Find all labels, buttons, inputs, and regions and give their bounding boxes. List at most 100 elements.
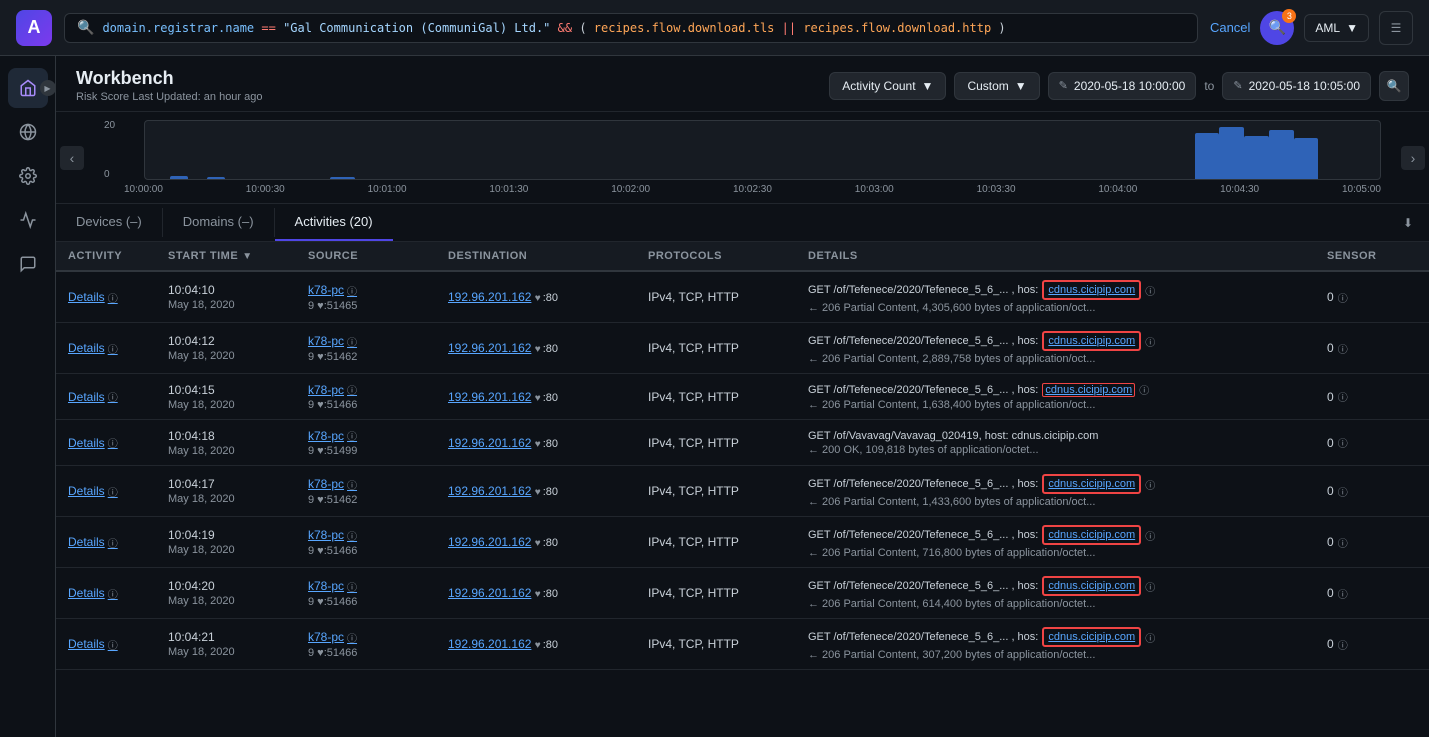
details-cell: GET /of/Tefenece/2020/Tefenece_5_6_... ,… bbox=[808, 474, 1327, 508]
source-link[interactable]: k78-pc ⓘ bbox=[308, 334, 357, 349]
dest-link[interactable]: 192.96.201.162 bbox=[448, 484, 531, 498]
source-cell: k78-pc ⓘ 9 ♥:51462 bbox=[308, 477, 448, 506]
chart-area bbox=[144, 120, 1381, 180]
activities-table-container: Activity Start Time ▼ Source Destination… bbox=[56, 242, 1429, 737]
cdnus-link[interactable]: cdnus.cicipip.com bbox=[1042, 280, 1141, 300]
activity-count-button[interactable]: Activity Count ▼ bbox=[829, 72, 946, 100]
workbench-subtitle: Risk Score Last Updated: an hour ago bbox=[76, 91, 263, 103]
query-icon: 🔍 bbox=[77, 20, 94, 36]
col-start-time[interactable]: Start Time ▼ bbox=[168, 250, 308, 262]
aml-dropdown[interactable]: AML ▼ bbox=[1304, 14, 1369, 42]
chart-bar bbox=[1294, 138, 1319, 179]
start-time-cell: 10:04:19 May 18, 2020 bbox=[168, 528, 308, 556]
details-cell: GET /of/Vavavag/Vavavag_020419, host: cd… bbox=[808, 430, 1327, 456]
sensor-cell: 0 ⓘ bbox=[1327, 341, 1417, 356]
cdnus-link[interactable]: cdnus.cicipip.com bbox=[1042, 525, 1141, 545]
logo: A bbox=[16, 10, 52, 46]
sidebar: ▶ bbox=[0, 56, 56, 737]
cdnus-link[interactable]: cdnus.cicipip.com bbox=[1042, 331, 1141, 351]
search-icon: 🔍 bbox=[1387, 79, 1402, 93]
top-bar-actions: Cancel 🔍 3 AML ▼ ☰ bbox=[1210, 11, 1413, 45]
sidebar-item-circle[interactable] bbox=[8, 112, 48, 152]
dest-cell: 192.96.201.162 ♥:80 bbox=[448, 586, 648, 600]
protocols-cell: IPv4, TCP, HTTP bbox=[648, 484, 808, 498]
source-link[interactable]: k78-pc ⓘ bbox=[308, 428, 357, 443]
source-link[interactable]: k78-pc ⓘ bbox=[308, 477, 357, 492]
source-link[interactable]: k78-pc ⓘ bbox=[308, 579, 357, 594]
details-link[interactable]: Details ⓘ bbox=[68, 535, 118, 550]
search-button[interactable]: 🔍 3 bbox=[1260, 11, 1294, 45]
details-link[interactable]: Details ⓘ bbox=[68, 637, 118, 652]
info-icon: ⓘ bbox=[347, 477, 357, 492]
details-link[interactable]: Details ⓘ bbox=[68, 435, 118, 450]
info-icon: ⓘ bbox=[1338, 389, 1348, 404]
cdnus-link[interactable]: cdnus.cicipip.com bbox=[1042, 627, 1141, 647]
tab-domains[interactable]: Domains (–) bbox=[163, 204, 274, 241]
info-icon: ⓘ bbox=[1338, 341, 1348, 356]
dest-link[interactable]: 192.96.201.162 bbox=[448, 341, 531, 355]
date-to-input[interactable]: ✎ 2020-05-18 10:05:00 bbox=[1222, 72, 1371, 100]
heart-icon: ♥ bbox=[535, 393, 541, 404]
source-cell: k78-pc ⓘ 9 ♥:51499 bbox=[308, 428, 448, 457]
dest-link[interactable]: 192.96.201.162 bbox=[448, 290, 531, 304]
details-cell: GET /of/Tefenece/2020/Tefenece_5_6_... ,… bbox=[808, 280, 1327, 314]
source-cell: k78-pc ⓘ 9 ♥:51462 bbox=[308, 334, 448, 363]
protocols-cell: IPv4, TCP, HTTP bbox=[648, 390, 808, 404]
table-row: Details ⓘ 10:04:17 May 18, 2020 k78-pc ⓘ… bbox=[56, 466, 1429, 517]
start-time-cell: 10:04:10 May 18, 2020 bbox=[168, 283, 308, 311]
bookmark-button[interactable]: ☰ bbox=[1379, 11, 1413, 45]
heart-icon: ♥ bbox=[535, 344, 541, 355]
source-link[interactable]: k78-pc ⓘ bbox=[308, 630, 357, 645]
source-link[interactable]: k78-pc ⓘ bbox=[308, 528, 357, 543]
table-row: Details ⓘ 10:04:20 May 18, 2020 k78-pc ⓘ… bbox=[56, 568, 1429, 619]
details-cell: GET /of/Tefenece/2020/Tefenece_5_6_... ,… bbox=[808, 382, 1327, 411]
chevron-down-icon: ▼ bbox=[922, 79, 934, 93]
cdnus-link[interactable]: cdnus.cicipip.com bbox=[1042, 383, 1135, 397]
sensor-cell: 0 ⓘ bbox=[1327, 290, 1417, 305]
dest-link[interactable]: 192.96.201.162 bbox=[448, 535, 531, 549]
dest-link[interactable]: 192.96.201.162 bbox=[448, 436, 531, 450]
timeline-nav-right-button[interactable]: › bbox=[1401, 146, 1425, 170]
start-time-cell: 10:04:21 May 18, 2020 bbox=[168, 630, 308, 658]
notification-badge: 3 bbox=[1282, 9, 1296, 23]
start-time-cell: 10:04:20 May 18, 2020 bbox=[168, 579, 308, 607]
source-link[interactable]: k78-pc ⓘ bbox=[308, 382, 357, 397]
col-source: Source bbox=[308, 250, 448, 262]
cdnus-link[interactable]: cdnus.cicipip.com bbox=[1042, 576, 1141, 596]
details-link[interactable]: Details ⓘ bbox=[68, 484, 118, 499]
table-row: Details ⓘ 10:04:21 May 18, 2020 k78-pc ⓘ… bbox=[56, 619, 1429, 670]
source-link[interactable]: k78-pc ⓘ bbox=[308, 283, 357, 298]
cdnus-link[interactable]: cdnus.cicipip.com bbox=[1042, 474, 1141, 494]
sidebar-item-activity[interactable] bbox=[8, 200, 48, 240]
dest-link[interactable]: 192.96.201.162 bbox=[448, 637, 531, 651]
sidebar-item-settings[interactable] bbox=[8, 156, 48, 196]
dest-link[interactable]: 192.96.201.162 bbox=[448, 390, 531, 404]
tab-devices[interactable]: Devices (–) bbox=[56, 204, 162, 241]
details-link[interactable]: Details ⓘ bbox=[68, 341, 118, 356]
date-from-input[interactable]: ✎ 2020-05-18 10:00:00 bbox=[1048, 72, 1197, 100]
panels-row: Devices (–) Domains (–) Activities (20) … bbox=[56, 204, 1429, 242]
details-link[interactable]: Details ⓘ bbox=[68, 290, 118, 305]
info-icon: ⓘ bbox=[1145, 283, 1155, 298]
details-link[interactable]: Details ⓘ bbox=[68, 586, 118, 601]
chart-bar bbox=[1219, 127, 1244, 179]
circle-icon bbox=[19, 123, 37, 141]
chart-bar bbox=[1269, 130, 1294, 179]
timeline-search-button[interactable]: 🔍 bbox=[1379, 71, 1409, 101]
table-row: Details ⓘ 10:04:10 May 18, 2020 k78-pc ⓘ… bbox=[56, 272, 1429, 323]
message-icon bbox=[19, 255, 37, 273]
sidebar-item-messages[interactable] bbox=[8, 244, 48, 284]
sidebar-item-home[interactable]: ▶ bbox=[8, 68, 48, 108]
details-cell: GET /of/Tefenece/2020/Tefenece_5_6_... ,… bbox=[808, 525, 1327, 559]
sensor-cell: 0 ⓘ bbox=[1327, 586, 1417, 601]
info-icon: ⓘ bbox=[1145, 334, 1155, 349]
timeline-nav-left-button[interactable]: ‹ bbox=[60, 146, 84, 170]
details-link[interactable]: Details ⓘ bbox=[68, 389, 118, 404]
custom-dropdown-button[interactable]: Custom ▼ bbox=[954, 72, 1039, 100]
tab-activities[interactable]: Activities (20) bbox=[275, 204, 393, 241]
dest-link[interactable]: 192.96.201.162 bbox=[448, 586, 531, 600]
query-bar[interactable]: 🔍 domain.registrar.name == "Gal Communic… bbox=[64, 13, 1198, 43]
download-button[interactable]: ⬇ bbox=[1387, 204, 1429, 241]
cancel-button[interactable]: Cancel bbox=[1210, 20, 1250, 35]
table-row: Details ⓘ 10:04:12 May 18, 2020 k78-pc ⓘ… bbox=[56, 323, 1429, 374]
